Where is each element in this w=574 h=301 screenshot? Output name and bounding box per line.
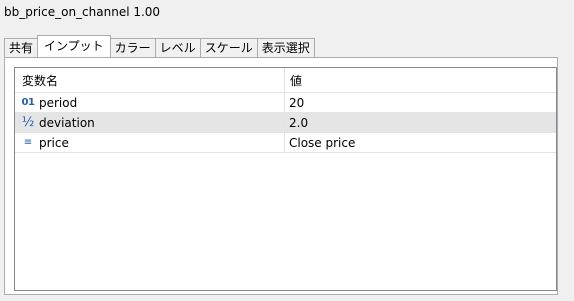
- param-value[interactable]: Close price: [284, 133, 556, 152]
- inputs-table: 変数名 値 01 period 20 ½ deviation 2.0 ≡ pri…: [14, 67, 557, 291]
- param-value[interactable]: 2.0: [284, 113, 556, 132]
- table-header: 変数名 値: [15, 68, 556, 93]
- fraction-icon: ½: [21, 115, 35, 130]
- list-icon: ≡: [23, 137, 33, 148]
- tab-inputs[interactable]: インプット: [37, 35, 111, 57]
- column-header-name[interactable]: 変数名: [15, 68, 284, 92]
- tab-shared[interactable]: 共有: [4, 38, 39, 57]
- table-row[interactable]: ½ deviation 2.0: [15, 113, 556, 133]
- tab-levels[interactable]: レベル: [154, 38, 201, 57]
- table-row[interactable]: ≡ price Close price: [15, 133, 556, 153]
- tab-scale[interactable]: スケール: [199, 38, 258, 57]
- param-value[interactable]: 20: [284, 93, 556, 112]
- tab-visualization[interactable]: 表示選択: [256, 38, 315, 57]
- tab-colors[interactable]: カラー: [109, 38, 156, 57]
- tab-strip: 共有 インプット カラー レベル スケール 表示選択: [4, 35, 315, 57]
- param-name: price: [39, 135, 69, 150]
- integer-icon: 01: [21, 97, 35, 108]
- param-name: deviation: [39, 115, 95, 130]
- window-title: bb_price_on_channel 1.00: [4, 5, 161, 19]
- column-header-value[interactable]: 値: [284, 68, 556, 92]
- param-name: period: [39, 95, 78, 110]
- table-row[interactable]: 01 period 20: [15, 93, 556, 113]
